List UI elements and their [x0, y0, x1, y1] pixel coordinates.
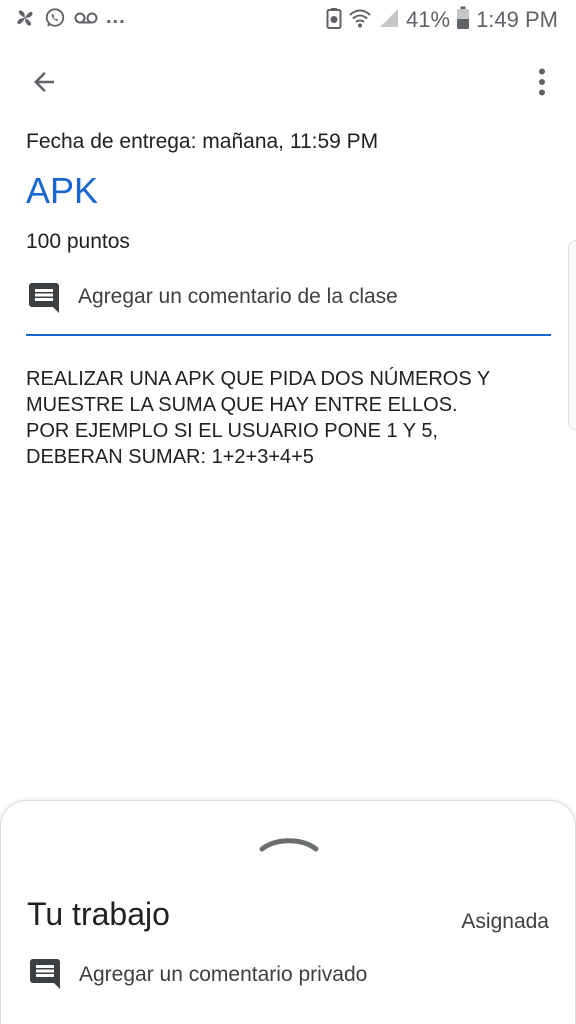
- voicemail-icon: [74, 11, 98, 30]
- app-bar: [0, 40, 576, 126]
- arrow-back-icon: [29, 67, 59, 102]
- description-line: POR EJEMPLO SI EL USUARIO PONE 1 Y 5,: [26, 420, 438, 442]
- description-line: MUESTRE LA SUMA QUE HAY ENTRE ELLOS.: [26, 394, 458, 416]
- assignment-title: APK: [26, 170, 99, 211]
- comment-icon: [26, 280, 62, 316]
- due-date: Fecha de entrega: mañana, 11:59 PM: [26, 130, 379, 153]
- pinwheel-icon: [14, 7, 36, 34]
- description-line: REALIZAR UNA APK QUE PIDA DOS NÚMEROS Y: [26, 368, 491, 390]
- assignment-status: Asignada: [461, 910, 549, 933]
- battery-saver-icon: [326, 7, 342, 34]
- add-class-comment-button[interactable]: Agregar un comentario de la clase: [26, 276, 551, 336]
- your-work-sheet: Tu trabajo Asignada Agregar un comentari…: [0, 800, 576, 1024]
- clock: 1:49 PM: [476, 7, 558, 32]
- battery-percentage: 41%: [406, 7, 451, 32]
- more-options-button[interactable]: [522, 62, 562, 106]
- more-vert-icon: [537, 67, 547, 102]
- chevron-up-icon: [258, 832, 320, 859]
- private-comment-label: Agregar un comentario privado: [79, 963, 368, 986]
- status-bar: ... 41% 1:49 PM: [0, 0, 576, 40]
- points: 100 puntos: [26, 230, 130, 253]
- comment-icon: [27, 956, 63, 992]
- wifi-icon: [348, 7, 372, 34]
- system-icons: 41% 1:49 PM: [326, 6, 558, 34]
- whatsapp-icon: [44, 7, 66, 34]
- back-button[interactable]: [22, 62, 66, 106]
- add-private-comment-button[interactable]: Agregar un comentario privado: [27, 956, 552, 1000]
- signal-icon: [378, 7, 400, 34]
- battery-icon: [456, 6, 470, 35]
- assignment-description: REALIZAR UNA APK QUE PIDA DOS NÚMEROS Y …: [26, 366, 556, 470]
- scroll-edge-indicator: [568, 240, 576, 430]
- class-comment-label: Agregar un comentario de la clase: [78, 285, 398, 308]
- notification-icons: ...: [14, 5, 126, 34]
- expand-sheet-button[interactable]: [255, 831, 323, 859]
- your-work-title: Tu trabajo: [27, 896, 170, 932]
- description-line: DEBERAN SUMAR: 1+2+3+4+5: [26, 446, 314, 468]
- more-notifications-indicator: ...: [106, 5, 126, 28]
